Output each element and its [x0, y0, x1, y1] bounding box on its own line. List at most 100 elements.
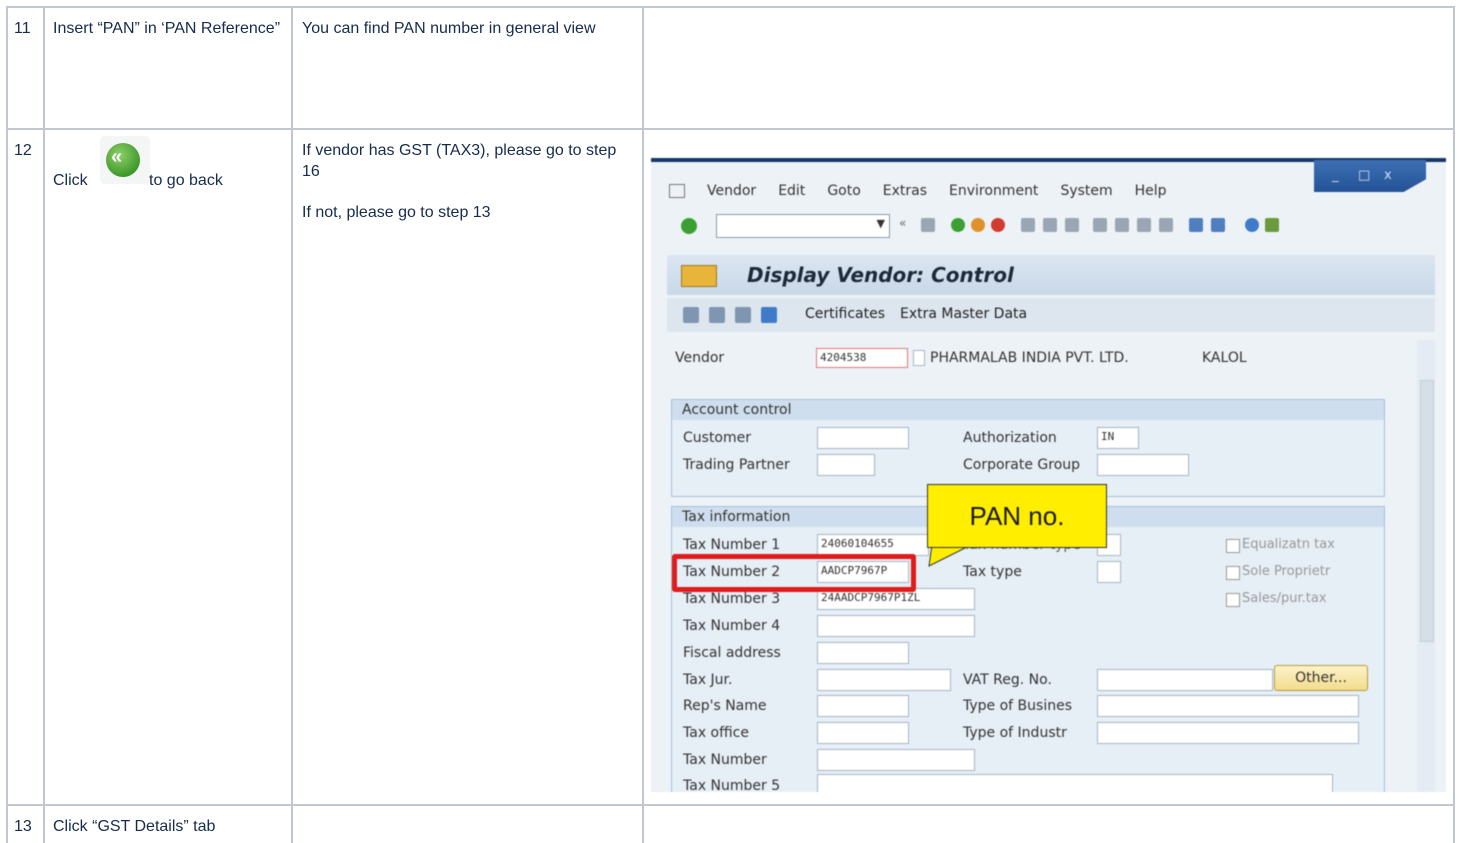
info-icon[interactable] — [761, 307, 777, 323]
transaction-icon — [681, 265, 717, 287]
step-number: 12 — [14, 142, 32, 159]
print-icon[interactable] — [1021, 218, 1035, 232]
menu-goto[interactable]: Goto — [827, 183, 860, 199]
back-small-icon[interactable]: « — [899, 216, 913, 230]
menu-vendor[interactable]: Vendor — [707, 183, 756, 199]
menu-extras[interactable]: Extras — [883, 183, 927, 199]
next-page-icon[interactable] — [1137, 218, 1151, 232]
equalization-tax-label: Equalizatn tax — [1242, 537, 1335, 552]
trading-partner-label: Trading Partner — [683, 457, 790, 473]
step-note: If not, please go to step 13 — [302, 204, 491, 221]
command-field[interactable]: ▼ — [716, 214, 890, 238]
step-instruction: Click “GST Details” tab — [53, 818, 216, 835]
sap-screenshot: _ □ x Vendor Edit Goto Extras Environmen… — [651, 158, 1446, 792]
type-of-industry-field[interactable] — [1097, 722, 1359, 744]
account-control-header: Account control — [672, 400, 1384, 420]
customer-label: Customer — [683, 430, 752, 446]
tax-office-field[interactable] — [817, 722, 909, 744]
tax-number-label: Tax Number — [683, 752, 767, 768]
tax-jur-label: Tax Jur. — [683, 672, 733, 688]
standard-toolbar: ▼ « — [651, 210, 1446, 242]
customer-field[interactable] — [817, 427, 909, 449]
type-of-business-field[interactable] — [1097, 695, 1359, 717]
tax-jur-field[interactable] — [817, 669, 951, 691]
display-change-icon[interactable] — [683, 307, 699, 323]
tax-number-1-field[interactable]: 24060104655 — [817, 534, 929, 556]
find-icon[interactable] — [1043, 218, 1057, 232]
trading-partner-field[interactable] — [817, 454, 875, 476]
fiscal-address-field[interactable] — [817, 642, 909, 664]
scrollbar[interactable] — [1417, 340, 1435, 792]
tax-number-5-field[interactable] — [817, 774, 1333, 792]
vendor-copy-icon[interactable] — [913, 350, 925, 366]
vat-reg-no-label: VAT Reg. No. — [963, 672, 1052, 688]
table-border — [1453, 6, 1455, 843]
authorization-field[interactable]: IN — [1097, 427, 1139, 449]
other-vendor-icon[interactable] — [709, 307, 725, 323]
enter-icon[interactable] — [681, 218, 697, 234]
menu-environment[interactable]: Environment — [949, 183, 1038, 199]
table-border — [642, 6, 644, 843]
window-controls[interactable]: _ □ x — [1314, 160, 1426, 192]
back-arrow-icon: « — [106, 143, 140, 177]
extra-master-data-button[interactable]: Extra Master Data — [900, 306, 1027, 322]
application-toolbar: Certificates Extra Master Data — [667, 298, 1435, 332]
menu-edit[interactable]: Edit — [778, 183, 805, 199]
screen-title-bar: Display Vendor: Control — [667, 255, 1435, 295]
sales-pur-tax-checkbox[interactable] — [1226, 593, 1240, 607]
reps-name-field[interactable] — [817, 695, 909, 717]
tax-number-3-label: Tax Number 3 — [683, 591, 781, 607]
scrollbar-thumb[interactable] — [1420, 380, 1434, 642]
back-button-icon: « — [100, 136, 150, 184]
save-icon[interactable] — [921, 218, 935, 232]
find-next-icon[interactable] — [1065, 218, 1079, 232]
back-icon[interactable] — [951, 218, 965, 232]
prev-page-icon[interactable] — [1115, 218, 1129, 232]
tax-office-label: Tax office — [683, 725, 749, 741]
other-button[interactable]: Other... — [1274, 665, 1368, 691]
last-page-icon[interactable] — [1159, 218, 1173, 232]
shortcut-icon[interactable] — [1211, 218, 1225, 232]
layout-icon[interactable] — [1265, 218, 1279, 232]
type-of-industry-label: Type of Industr — [963, 725, 1067, 741]
table-border — [43, 6, 45, 843]
step-number: 13 — [14, 818, 32, 835]
new-session-icon[interactable] — [1189, 218, 1203, 232]
maximize-icon[interactable]: □ — [1358, 168, 1370, 183]
vendor-number-field[interactable]: 4204538 — [816, 348, 908, 368]
menu-system[interactable]: System — [1060, 183, 1112, 199]
corporate-group-field[interactable] — [1097, 454, 1189, 476]
general-data-icon[interactable] — [735, 307, 751, 323]
minimize-icon[interactable]: _ — [1332, 168, 1339, 183]
vat-reg-no-field[interactable] — [1097, 669, 1273, 691]
vendor-city: KALOL — [1202, 350, 1247, 366]
tax-type-field[interactable] — [1097, 561, 1121, 583]
step-number: 11 — [14, 20, 31, 37]
cancel-icon[interactable] — [991, 218, 1005, 232]
dropdown-arrow-icon[interactable]: ▼ — [877, 217, 885, 230]
type-of-business-label: Type of Busines — [963, 698, 1072, 714]
equalization-tax-checkbox[interactable] — [1226, 539, 1240, 553]
help-icon[interactable] — [1245, 218, 1259, 232]
exit-icon[interactable] — [971, 218, 985, 232]
sole-proprietor-checkbox[interactable] — [1226, 566, 1240, 580]
sales-pur-tax-label: Sales/pur.tax — [1242, 591, 1327, 606]
pan-callout: PAN no. — [927, 484, 1107, 548]
table-border — [6, 804, 1455, 806]
table-border — [291, 6, 293, 843]
tax-number-4-field[interactable] — [817, 615, 975, 637]
step-note: If vendor has GST (TAX3), please go to s… — [302, 142, 617, 180]
step-note: You can find PAN number in general view — [302, 20, 596, 37]
authorization-label: Authorization — [963, 430, 1057, 446]
certificates-button[interactable]: Certificates — [805, 306, 885, 322]
first-page-icon[interactable] — [1093, 218, 1107, 232]
menu-help[interactable]: Help — [1135, 183, 1167, 199]
vendor-name: PHARMALAB INDIA PVT. LTD. — [930, 350, 1129, 366]
close-icon[interactable]: x — [1384, 168, 1392, 183]
table-border — [6, 6, 1455, 8]
tax-number-5-label: Tax Number 5 — [683, 778, 781, 792]
corporate-group-label: Corporate Group — [963, 457, 1081, 473]
tax-number-field[interactable] — [817, 749, 975, 771]
tax-number-2-highlight — [672, 554, 916, 592]
menu-icon[interactable] — [669, 184, 685, 198]
